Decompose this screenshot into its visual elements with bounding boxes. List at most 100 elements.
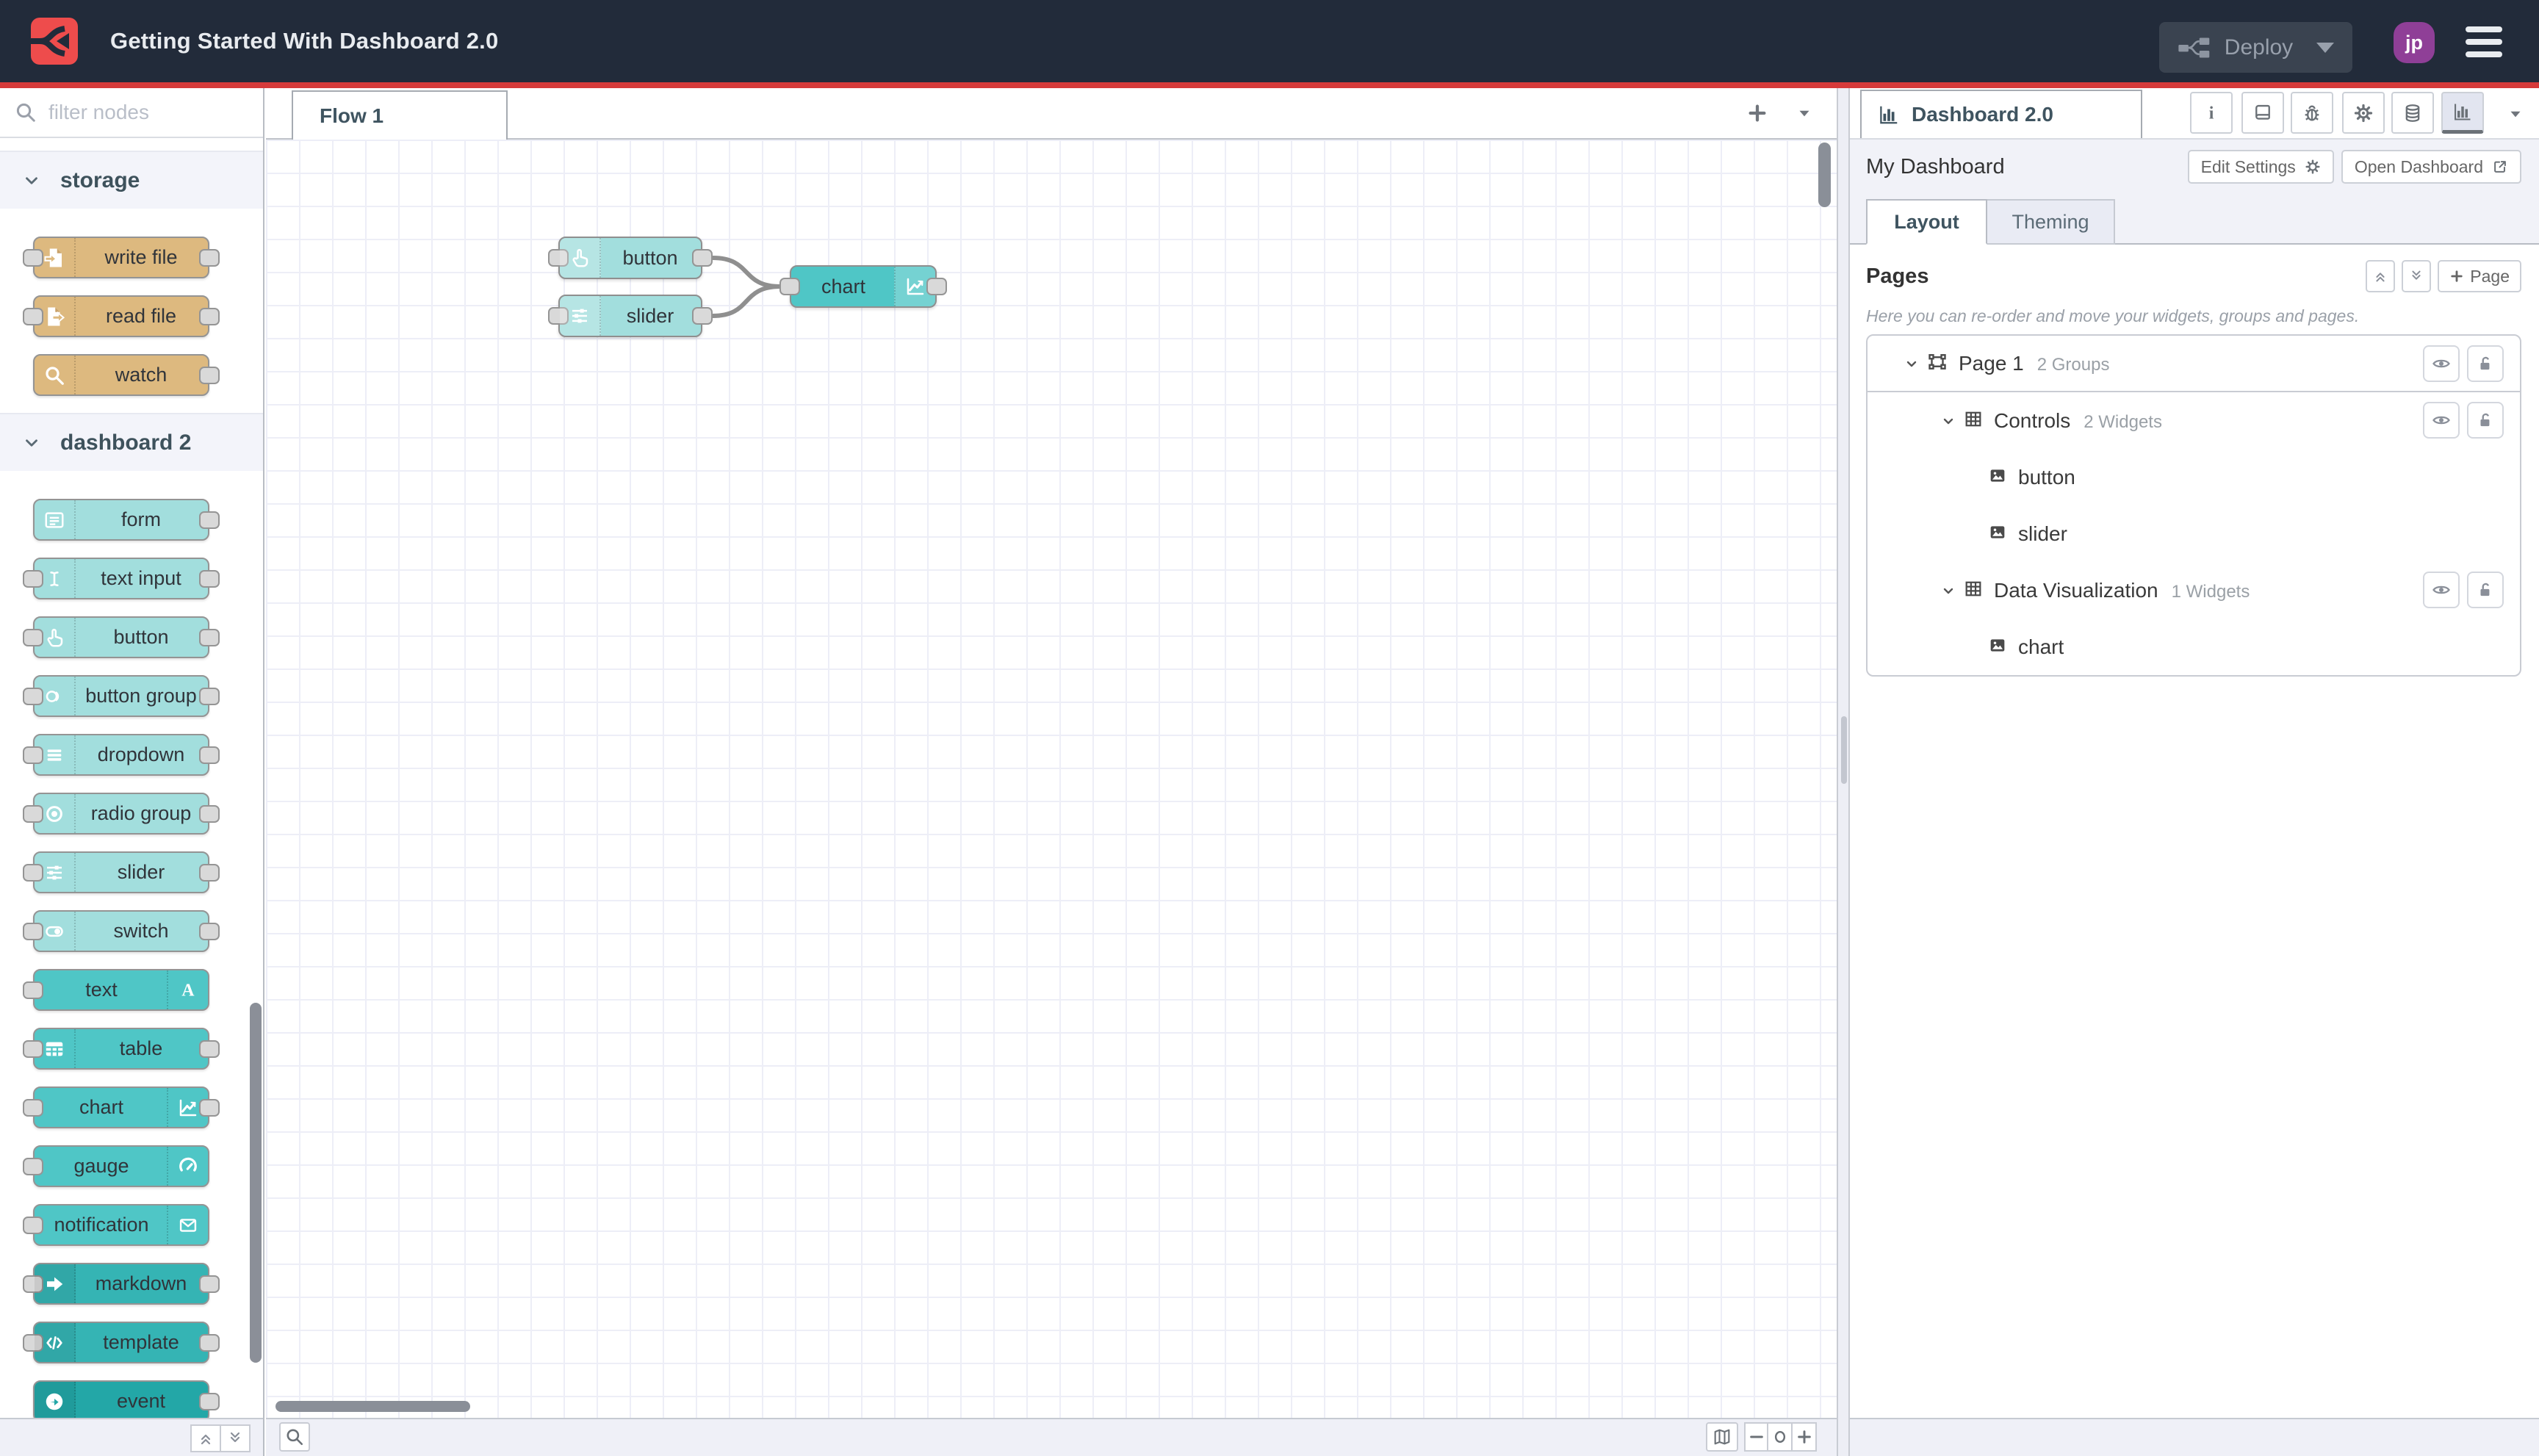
- palette-node-markdown[interactable]: markdown: [23, 1263, 220, 1305]
- palette-search-input[interactable]: [47, 100, 234, 125]
- output-port[interactable]: [199, 569, 220, 588]
- user-avatar[interactable]: jp: [2394, 22, 2435, 63]
- flow-node-chart[interactable]: chart: [779, 265, 947, 308]
- canvas-horizontal-scrollbar[interactable]: [275, 1401, 470, 1412]
- tab-theming[interactable]: Theming: [1987, 199, 2115, 245]
- output-port[interactable]: [199, 511, 220, 529]
- sidebar-tab-context[interactable]: [2391, 92, 2434, 134]
- palette-node-notification[interactable]: notification: [23, 1204, 209, 1246]
- palette-sidebar: storage write file read file: [0, 88, 264, 1456]
- canvas-search-button[interactable]: [279, 1422, 310, 1452]
- palette-node-button[interactable]: button: [23, 616, 220, 658]
- open-dashboard-button[interactable]: Open Dashboard: [2341, 150, 2521, 184]
- palette-node-radio-group[interactable]: radio group: [23, 793, 220, 835]
- tab-flow-1[interactable]: Flow 1: [292, 90, 508, 140]
- edit-settings-button[interactable]: Edit Settings: [2187, 150, 2334, 184]
- tree-row-controls[interactable]: Controls 2 Widgets: [1868, 392, 2520, 449]
- output-port[interactable]: [692, 249, 713, 267]
- lock-toggle-button[interactable]: [2467, 402, 2504, 439]
- palette-node-dropdown[interactable]: dropdown: [23, 734, 220, 776]
- svg-text:i: i: [2209, 104, 2214, 123]
- splitter-grip[interactable]: [1841, 716, 1847, 784]
- output-port[interactable]: [199, 1333, 220, 1352]
- palette-node-table[interactable]: table: [23, 1028, 220, 1070]
- tab-dashboard-2[interactable]: Dashboard 2.0: [1860, 90, 2142, 138]
- palette-search[interactable]: [0, 88, 263, 138]
- palette-node-text-input[interactable]: text input: [23, 558, 220, 599]
- palette-node-gauge[interactable]: gauge: [23, 1145, 209, 1187]
- add-page-button[interactable]: Page: [2438, 260, 2521, 292]
- hand-pointer-icon: [35, 618, 76, 657]
- output-port[interactable]: [199, 366, 220, 384]
- flow-node-button[interactable]: button: [548, 237, 713, 279]
- zoom-in-button[interactable]: [1793, 1422, 1817, 1452]
- output-port[interactable]: [199, 804, 220, 823]
- palette-node-chart[interactable]: chart: [23, 1086, 220, 1128]
- output-port[interactable]: [199, 1039, 220, 1058]
- output-port[interactable]: [199, 863, 220, 882]
- palette-node-read-file[interactable]: read file: [23, 295, 220, 337]
- workspace-grid[interactable]: button slider chart: [266, 140, 1837, 1418]
- tab-layout[interactable]: Layout: [1866, 199, 1987, 245]
- right-sidebar: Dashboard 2.0 i My Dashboard Edit Settin…: [1850, 88, 2539, 1456]
- palette-node-form[interactable]: form: [33, 499, 220, 541]
- sidebar-tab-help[interactable]: [2241, 92, 2284, 134]
- tree-row-widget-button[interactable]: button: [1868, 449, 2520, 505]
- palette-collapse-all-button[interactable]: [190, 1424, 221, 1452]
- tree-row-widget-slider[interactable]: slider: [1868, 505, 2520, 562]
- palette-node-event[interactable]: event: [33, 1380, 220, 1418]
- tree-row-widget-chart[interactable]: chart: [1868, 619, 2520, 675]
- palette-node-watch[interactable]: watch: [33, 354, 220, 396]
- palette-expand-all-button[interactable]: [221, 1424, 251, 1452]
- main-menu-button[interactable]: [2466, 24, 2502, 60]
- visibility-toggle-button[interactable]: [2423, 345, 2460, 382]
- deploy-button[interactable]: Deploy: [2159, 22, 2352, 73]
- lock-toggle-button[interactable]: [2467, 345, 2504, 382]
- chevron-down-icon[interactable]: [1940, 582, 1957, 599]
- zoom-reset-button[interactable]: [1768, 1422, 1793, 1452]
- output-port[interactable]: [199, 307, 220, 325]
- zoom-out-button[interactable]: [1744, 1422, 1768, 1452]
- flow-list-button[interactable]: [1788, 97, 1820, 129]
- palette-node-switch[interactable]: switch: [23, 910, 220, 952]
- output-port[interactable]: [199, 1098, 220, 1117]
- sidebar-splitter[interactable]: [1837, 88, 1850, 1456]
- flow-tab-label: Flow 1: [320, 104, 384, 127]
- visibility-toggle-button[interactable]: [2423, 572, 2460, 608]
- collapse-all-pages-button[interactable]: [2366, 260, 2396, 292]
- lock-toggle-button[interactable]: [2467, 572, 2504, 608]
- palette-node-text[interactable]: A text: [23, 969, 209, 1011]
- flow-node-slider[interactable]: slider: [548, 295, 713, 337]
- sidebar-tab-info[interactable]: i: [2190, 92, 2233, 134]
- palette-category-storage[interactable]: storage: [0, 151, 263, 209]
- palette-node-template[interactable]: template: [23, 1322, 220, 1363]
- output-port[interactable]: [199, 1392, 220, 1410]
- output-port[interactable]: [199, 628, 220, 646]
- deploy-options-caret-icon[interactable]: [2316, 42, 2335, 53]
- palette-category-dashboard-2[interactable]: dashboard 2: [0, 413, 263, 471]
- tree-row-page-1[interactable]: Page 12 Groups: [1868, 336, 2520, 392]
- chevron-down-icon[interactable]: [1903, 355, 1920, 372]
- palette-node-slider[interactable]: slider: [23, 851, 220, 893]
- sidebar-tab-debug[interactable]: [2291, 92, 2333, 134]
- add-flow-button[interactable]: [1741, 97, 1773, 129]
- tree-row-data-visualization[interactable]: Data Visualization 1 Widgets: [1868, 562, 2520, 619]
- output-port[interactable]: [199, 922, 220, 940]
- chevron-down-icon[interactable]: [1940, 412, 1957, 430]
- sidebar-tabs-caret[interactable]: [2506, 104, 2528, 122]
- output-port[interactable]: [199, 687, 220, 705]
- output-port[interactable]: [199, 746, 220, 764]
- output-port[interactable]: [199, 248, 220, 267]
- palette-node-write-file[interactable]: write file: [23, 237, 220, 278]
- sidebar-tab-dashboard[interactable]: [2441, 92, 2484, 134]
- sidebar-tab-config[interactable]: [2342, 92, 2385, 134]
- output-port[interactable]: [692, 307, 713, 325]
- palette-node-button-group[interactable]: button group: [23, 675, 220, 717]
- output-port[interactable]: [926, 278, 947, 295]
- navigator-map-button[interactable]: [1706, 1422, 1738, 1452]
- palette-scrollbar[interactable]: [250, 1003, 262, 1363]
- canvas-vertical-scrollbar[interactable]: [1818, 143, 1831, 207]
- output-port[interactable]: [199, 1275, 220, 1293]
- expand-all-pages-button[interactable]: [2402, 260, 2432, 292]
- visibility-toggle-button[interactable]: [2423, 402, 2460, 439]
